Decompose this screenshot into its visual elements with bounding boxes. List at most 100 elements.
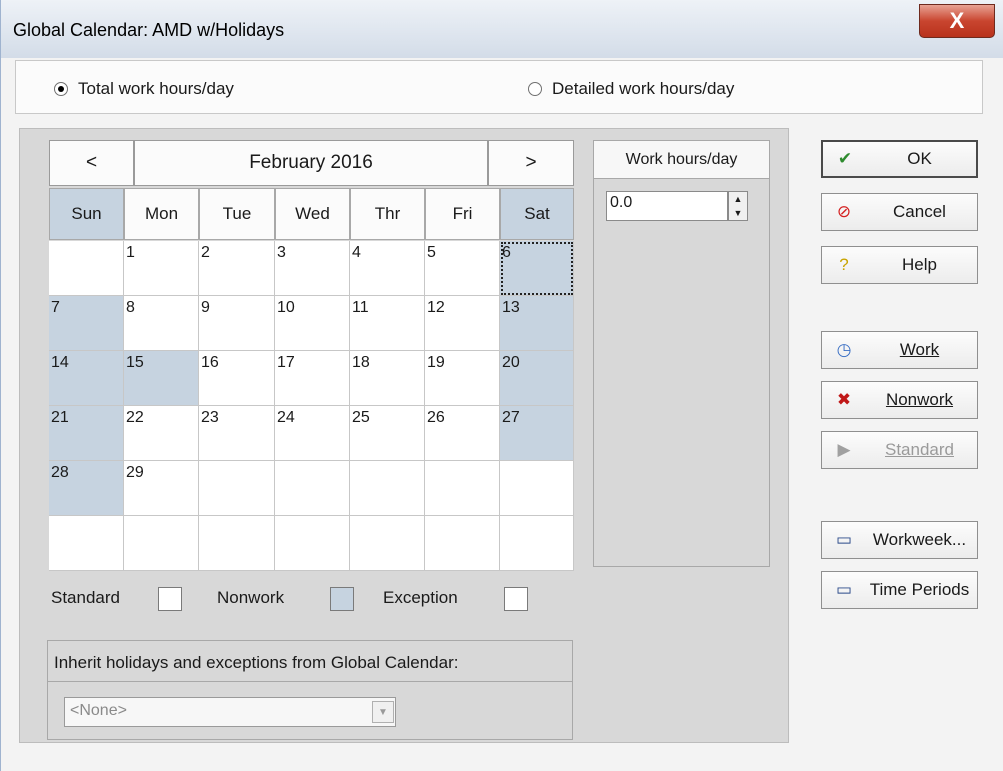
checkmark-icon: ✔ — [837, 149, 853, 168]
spin-up-icon[interactable]: ▲ — [734, 194, 743, 204]
workweek-button[interactable]: ▭ Workweek... — [821, 521, 978, 559]
calendar-empty-cell — [350, 461, 425, 516]
work-hours-spinner[interactable]: ▲ ▼ — [728, 191, 748, 221]
calendar-day-cell[interactable]: 23 — [199, 406, 275, 461]
calendar-empty-cell — [425, 516, 500, 571]
inherit-calendar-select[interactable]: <None> ▼ — [64, 697, 396, 727]
calendar-day-cell[interactable]: 12 — [425, 296, 500, 351]
calendar-empty-cell — [275, 461, 350, 516]
x-icon: ✖ — [836, 390, 852, 409]
weekday-header: Sat — [500, 188, 574, 240]
time-periods-button[interactable]: ▭ Time Periods — [821, 571, 978, 609]
play-icon: ▶ — [837, 440, 851, 459]
weekday-header: Tue — [199, 188, 275, 240]
calendar-day-cell[interactable]: 16 — [199, 351, 275, 406]
calendar-day-cell[interactable]: 21 — [49, 406, 124, 461]
weekday-header: Fri — [425, 188, 500, 240]
prev-month-label: < — [85, 152, 98, 173]
prev-month-button[interactable]: < — [49, 140, 134, 186]
calendar-day-cell[interactable]: 3 — [275, 241, 350, 296]
cancel-button-label: Cancel — [893, 202, 946, 221]
legend-nonwork-swatch — [330, 587, 354, 611]
work-button-label: Work — [899, 340, 940, 359]
inherit-group: Inherit holidays and exceptions from Glo… — [47, 640, 573, 740]
ok-button-label: OK — [907, 149, 932, 168]
weekday-header: Sun — [49, 188, 124, 240]
spin-down-icon[interactable]: ▼ — [734, 208, 743, 218]
nonwork-button-label: Nonwork — [885, 390, 954, 409]
radio-selected-icon — [54, 82, 68, 96]
standard-button-label: Standard — [885, 440, 954, 459]
work-hours-input[interactable]: 0.0 — [606, 191, 728, 221]
calendar-day-cell[interactable]: 13 — [500, 296, 574, 351]
calendar-day-cell[interactable]: 2 — [199, 241, 275, 296]
calendar-day-cell[interactable]: 18 — [350, 351, 425, 406]
calendar-empty-cell — [49, 516, 124, 571]
work-button[interactable]: ◷ Work — [821, 331, 978, 369]
calendar-day-cell[interactable]: 29 — [124, 461, 199, 516]
clock-icon: ◷ — [836, 340, 852, 359]
ok-button[interactable]: ✔ OK — [821, 140, 978, 178]
window-title: Global Calendar: AMD w/Holidays — [13, 20, 285, 40]
radio-total-hours-label: Total work hours/day — [78, 79, 234, 98]
calendar-day-cell[interactable]: 10 — [275, 296, 350, 351]
calendar-day-cell[interactable]: 15 — [124, 351, 199, 406]
calendar-day-cell[interactable]: 27 — [500, 406, 574, 461]
calendar-day-cell[interactable]: 9 — [199, 296, 275, 351]
calendar-day-cell[interactable]: 25 — [350, 406, 425, 461]
inherit-select-value: <None> — [70, 702, 127, 719]
calendar-day-cell[interactable]: 4 — [350, 241, 425, 296]
calendar-day-cell[interactable]: 24 — [275, 406, 350, 461]
radio-unselected-icon — [528, 82, 542, 96]
time-periods-button-label: Time Periods — [869, 580, 970, 599]
workweek-button-label: Workweek... — [872, 530, 967, 549]
chevron-down-icon[interactable]: ▼ — [372, 701, 394, 723]
calendar-empty-cell — [124, 516, 199, 571]
nonwork-button[interactable]: ✖ Nonwork — [821, 381, 978, 419]
calendar-day-cell[interactable]: 14 — [49, 351, 124, 406]
title-bar: Global Calendar: AMD w/Holidays X — [1, 0, 1003, 58]
calendar-dialog: Global Calendar: AMD w/Holidays X Total … — [0, 0, 1003, 771]
calendar-day-cell[interactable]: 7 — [49, 296, 124, 351]
help-button-label: Help — [902, 255, 937, 274]
radio-detailed-hours[interactable]: Detailed work hours/day — [528, 79, 734, 99]
month-title: February 2016 — [249, 152, 373, 173]
help-button[interactable]: ? Help — [821, 246, 978, 284]
calendar-empty-cell — [49, 241, 124, 296]
legend-nonwork-label: Nonwork — [217, 588, 285, 607]
weekday-header: Thr — [350, 188, 425, 240]
calendar-day-cell[interactable]: 11 — [350, 296, 425, 351]
calendar-empty-cell — [275, 516, 350, 571]
calendar-window-icon: ▭ — [835, 530, 853, 549]
work-hours-header: Work hours/day — [594, 141, 769, 179]
mode-panel: Total work hours/day Detailed work hours… — [15, 60, 983, 114]
calendar-day-cell[interactable]: 26 — [425, 406, 500, 461]
calendar-empty-cell — [425, 461, 500, 516]
legend-exception-label: Exception — [383, 588, 458, 607]
close-button[interactable]: X — [919, 4, 995, 38]
calendar-day-cell[interactable]: 8 — [124, 296, 199, 351]
calendar-day-cell[interactable]: 6 — [500, 241, 574, 296]
next-month-button[interactable]: > — [488, 140, 574, 186]
weekday-header: Mon — [124, 188, 199, 240]
calendar-empty-cell — [199, 461, 275, 516]
legend-exception-swatch — [504, 587, 528, 611]
calendar-window-icon: ▭ — [835, 580, 853, 599]
radio-total-hours[interactable]: Total work hours/day — [54, 79, 234, 99]
legend-standard-swatch — [158, 587, 182, 611]
cancel-icon: ⊘ — [836, 202, 852, 221]
inherit-label: Inherit holidays and exceptions from Glo… — [54, 653, 459, 672]
calendar-day-cell[interactable]: 28 — [49, 461, 124, 516]
calendar-day-cell[interactable]: 1 — [124, 241, 199, 296]
calendar-empty-cell — [350, 516, 425, 571]
calendar-day-cell[interactable]: 17 — [275, 351, 350, 406]
weekday-header: Wed — [275, 188, 350, 240]
calendar-day-cell[interactable]: 20 — [500, 351, 574, 406]
work-hours-panel: Work hours/day 0.0 ▲ ▼ — [593, 140, 770, 567]
calendar-day-cell[interactable]: 19 — [425, 351, 500, 406]
calendar-empty-cell — [199, 516, 275, 571]
calendar-day-cell[interactable]: 22 — [124, 406, 199, 461]
calendar-day-cell[interactable]: 5 — [425, 241, 500, 296]
standard-button[interactable]: ▶ Standard — [821, 431, 978, 469]
cancel-button[interactable]: ⊘ Cancel — [821, 193, 978, 231]
